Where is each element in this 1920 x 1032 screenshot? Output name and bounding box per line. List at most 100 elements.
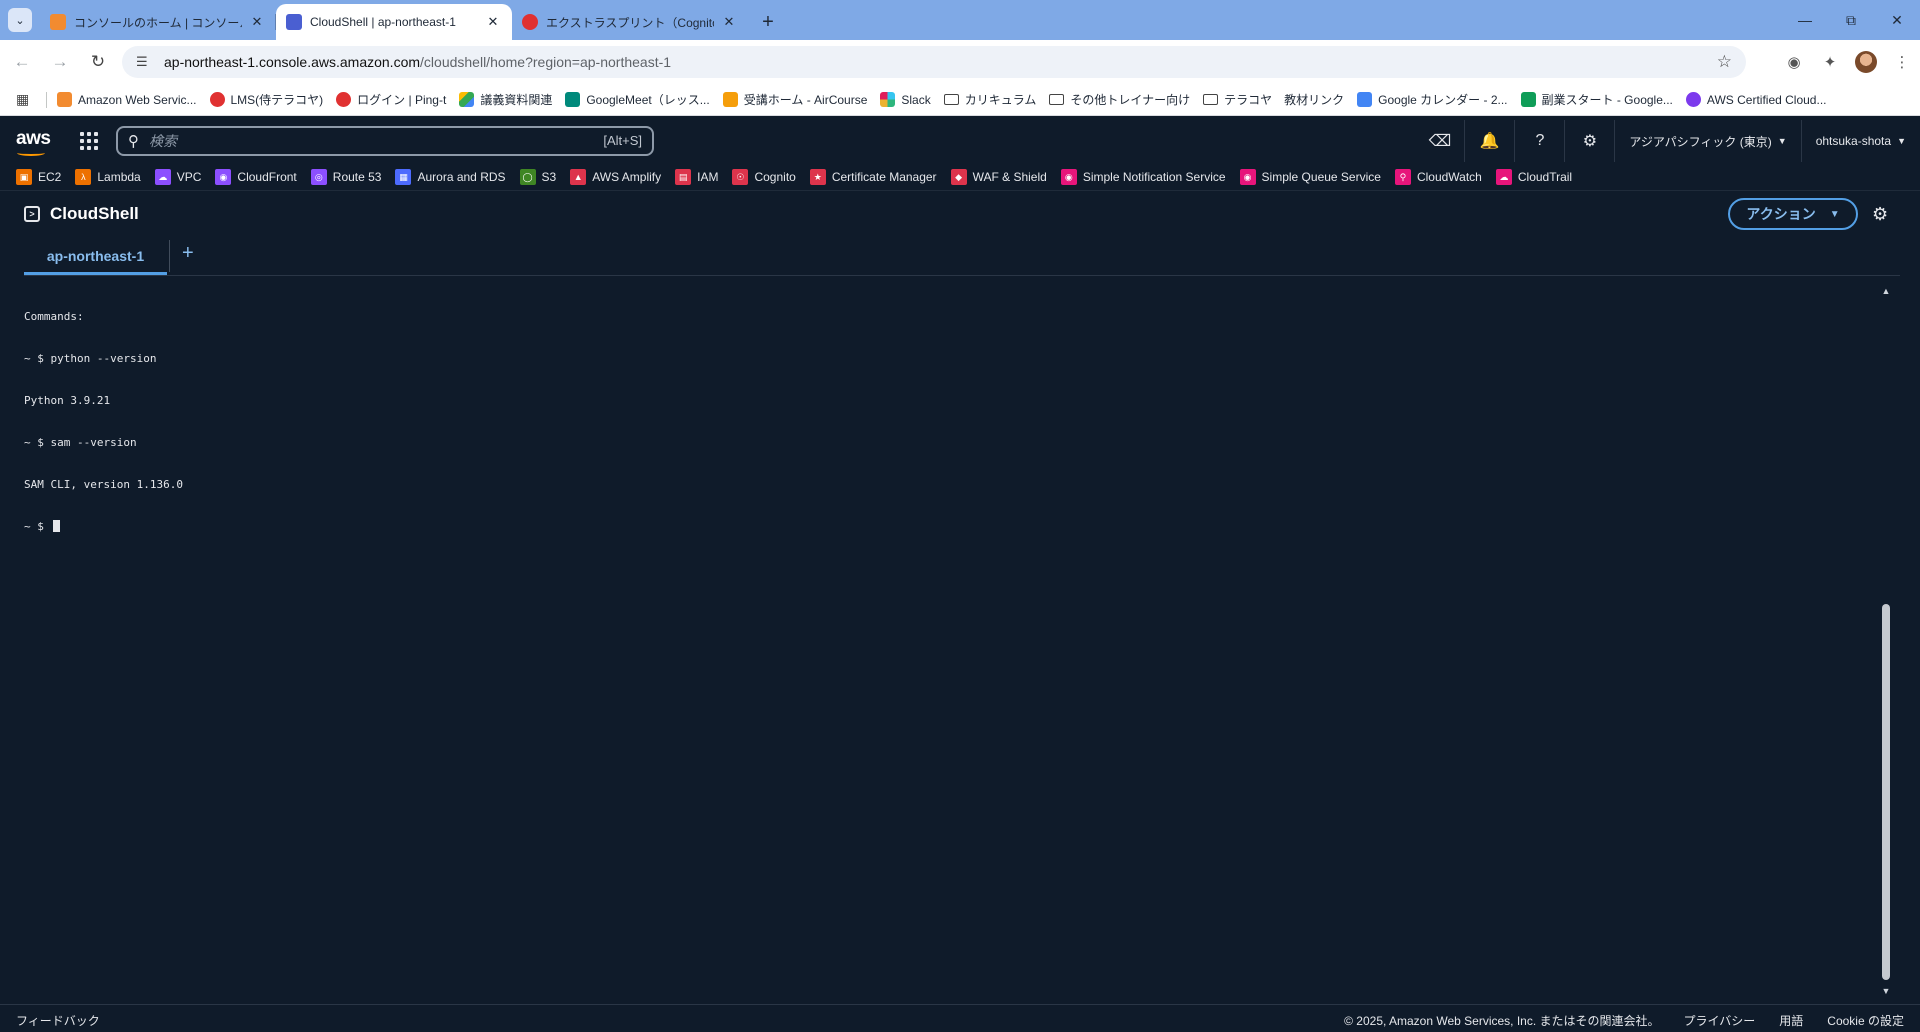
sqs-icon: ◉ [1239,169,1256,185]
tab-search-chevron-icon[interactable]: ⌄ [8,8,32,32]
bookmark-label: 議義資料関連 [480,93,553,107]
favorite-iam[interactable]: ▤ IAM [675,169,718,185]
services-grid-icon[interactable] [80,132,98,150]
favorite-lambda[interactable]: λ Lambda [75,169,141,185]
cloudwatch-icon: ⚲ [1394,169,1411,185]
google-meet-icon [565,92,581,107]
favorite-sns[interactable]: ◉ Simple Notification Service [1060,169,1226,185]
back-arrow-icon[interactable]: ← [6,46,38,78]
bookmark-folder[interactable]: テラコヤ 教材リンク [1203,91,1344,108]
terminal-line: Commands: [24,310,84,323]
browser-tab-cloudshell[interactable]: CloudShell | ap-northeast-1 ✕ [276,4,512,40]
cookie-settings-link[interactable]: Cookie の設定 [1827,1012,1904,1029]
close-tab-icon[interactable]: ✕ [484,13,502,31]
footer-links: © 2025, Amazon Web Services, Inc. またはその関… [1320,1012,1904,1029]
apps-grid-icon[interactable]: ▦ [16,91,36,108]
scrollbar-thumb[interactable] [1882,604,1890,980]
favorite-label: Lambda [97,170,141,184]
browser-tab-console-home[interactable]: コンソールのホーム | コンソールのホーム ✕ [40,4,276,40]
search-input[interactable] [149,133,549,149]
aws-search-box[interactable]: ⚲ [Alt+S] [116,126,654,156]
add-session-plus-icon[interactable]: + [182,242,194,265]
bookmark-folder[interactable]: その他トレイナー向け [1049,91,1190,108]
restore-icon[interactable]: ⧉ [1828,0,1874,40]
bookmark-item[interactable]: GoogleMeet（レッス... [565,91,710,108]
close-tab-icon[interactable]: ✕ [248,13,266,31]
favorite-s3[interactable]: ◯ S3 [519,169,557,185]
extensions-puzzle-icon[interactable]: ✦ [1812,46,1848,78]
favorite-label: Simple Queue Service [1261,170,1381,184]
favorite-ec2[interactable]: ▣ EC2 [16,169,61,185]
bookmark-item[interactable]: 受講ホーム - AirCourse [722,91,867,108]
bookmark-item[interactable]: LMS(侍テラコヤ) [209,91,323,108]
terminal-output[interactable]: Commands: ~ $ python --version Python 3.… [24,282,1876,996]
caret-down-icon: ▼ [1829,208,1840,220]
screenshot-camera-icon[interactable]: ◉ [1776,46,1812,78]
bookmark-label: Slack [901,92,931,107]
favorite-cognito[interactable]: ☉ Cognito [732,169,796,185]
favorite-label: S3 [541,170,557,184]
new-tab-plus-icon[interactable]: + [754,8,782,36]
bookmark-item[interactable]: Amazon Web Servic... [57,92,197,107]
reload-icon[interactable]: ↻ [82,46,114,78]
session-tabs: ap-northeast-1 + [24,240,194,276]
favorite-cloudtrail[interactable]: ☁ CloudTrail [1495,169,1572,185]
favorite-amplify[interactable]: ▲ AWS Amplify [570,169,661,185]
favorite-label: CloudFront [237,170,297,184]
privacy-link[interactable]: プライバシー [1684,1012,1756,1029]
feedback-link[interactable]: フィードバック [16,1012,100,1029]
favorite-label: IAM [697,170,719,184]
close-window-icon[interactable]: ✕ [1874,0,1920,40]
bookmark-star-icon[interactable]: ☆ [1717,52,1732,72]
terminal-scrollbar[interactable]: ▲ ▼ [1880,286,1892,996]
favorite-certificate-manager[interactable]: ★ Certificate Manager [809,169,937,185]
tab-ap-northeast-1[interactable]: ap-northeast-1 [24,240,167,276]
bookmark-item[interactable]: 議義資料関連 [459,91,552,108]
notifications-bell-icon[interactable]: 🔔 [1465,120,1516,162]
bookmark-folder[interactable]: カリキュラム [943,91,1036,108]
sns-icon: ◉ [1060,169,1077,185]
terminal-prompt: ~ $ [24,520,51,533]
console-footer: フィードバック © 2025, Amazon Web Services, Inc… [0,1004,1920,1032]
favorite-rds[interactable]: ▦ Aurora and RDS [395,169,506,185]
favorite-sqs[interactable]: ◉ Simple Queue Service [1239,169,1381,185]
favorite-vpc[interactable]: ☁ VPC [154,169,201,185]
aws-top-nav: aws ⚲ [Alt+S] ⌫ 🔔 ? ⚙ アジアパシフィック (東京) ▼ oh… [0,120,1920,162]
url-host: ap-northeast-1.console.aws.amazon.com [164,54,421,70]
terminal-prompt-line[interactable]: ~ $ [24,520,1876,534]
favorite-route53[interactable]: ◎ Route 53 [310,169,381,185]
help-question-icon[interactable]: ? [1515,120,1566,162]
favorite-cloudfront[interactable]: ◉ CloudFront [215,169,297,185]
profile-avatar[interactable] [1855,51,1877,73]
cloudshell-settings-gear-icon[interactable]: ⚙ [1872,204,1888,225]
cloudshell-terminal-icon[interactable]: ⌫ [1415,120,1466,162]
bookmark-item[interactable]: AWS Certified Cloud... [1685,92,1827,107]
close-tab-icon[interactable]: ✕ [720,13,738,31]
more-menu-icon[interactable]: ⋮ [1884,46,1920,78]
favorite-waf[interactable]: ◆ WAF & Shield [950,169,1047,185]
bookmark-item[interactable]: Google カレンダー - 2... [1357,91,1508,108]
browser-tab-cognito[interactable]: エクストラスプリント（Cognito）| コ ✕ [512,4,748,40]
actions-button[interactable]: アクション ▼ [1728,198,1858,230]
minimize-icon[interactable]: — [1782,0,1828,40]
site-settings-icon[interactable]: ☰ [136,54,154,70]
google-sheets-icon [1520,92,1536,107]
scroll-up-arrow-icon[interactable]: ▲ [1881,286,1891,296]
scroll-down-arrow-icon[interactable]: ▼ [1881,986,1891,996]
terms-link[interactable]: 用語 [1779,1012,1803,1029]
address-bar[interactable]: ☰ ap-northeast-1.console.aws.amazon.com /… [122,46,1746,78]
terminal-line: SAM CLI, version 1.136.0 [24,478,183,491]
s3-icon: ◯ [519,169,536,185]
folder-icon [943,94,959,105]
settings-gear-icon[interactable]: ⚙ [1565,120,1616,162]
region-selector[interactable]: アジアパシフィック (東京) ▼ [1615,120,1802,162]
bookmark-item[interactable]: Slack [880,92,931,107]
bookmark-item[interactable]: ログイン | Ping-t [336,91,446,108]
terminal-line: ~ $ python --version [24,352,157,365]
account-menu[interactable]: ohtsuka-shota ▼ [1802,120,1920,162]
forward-arrow-icon[interactable]: → [44,46,76,78]
aws-logo[interactable]: aws [16,128,51,150]
favorite-cloudwatch[interactable]: ⚲ CloudWatch [1394,169,1482,185]
bookmark-item[interactable]: 副業スタート - Google... [1520,91,1673,108]
search-shortcut: [Alt+S] [603,133,642,148]
